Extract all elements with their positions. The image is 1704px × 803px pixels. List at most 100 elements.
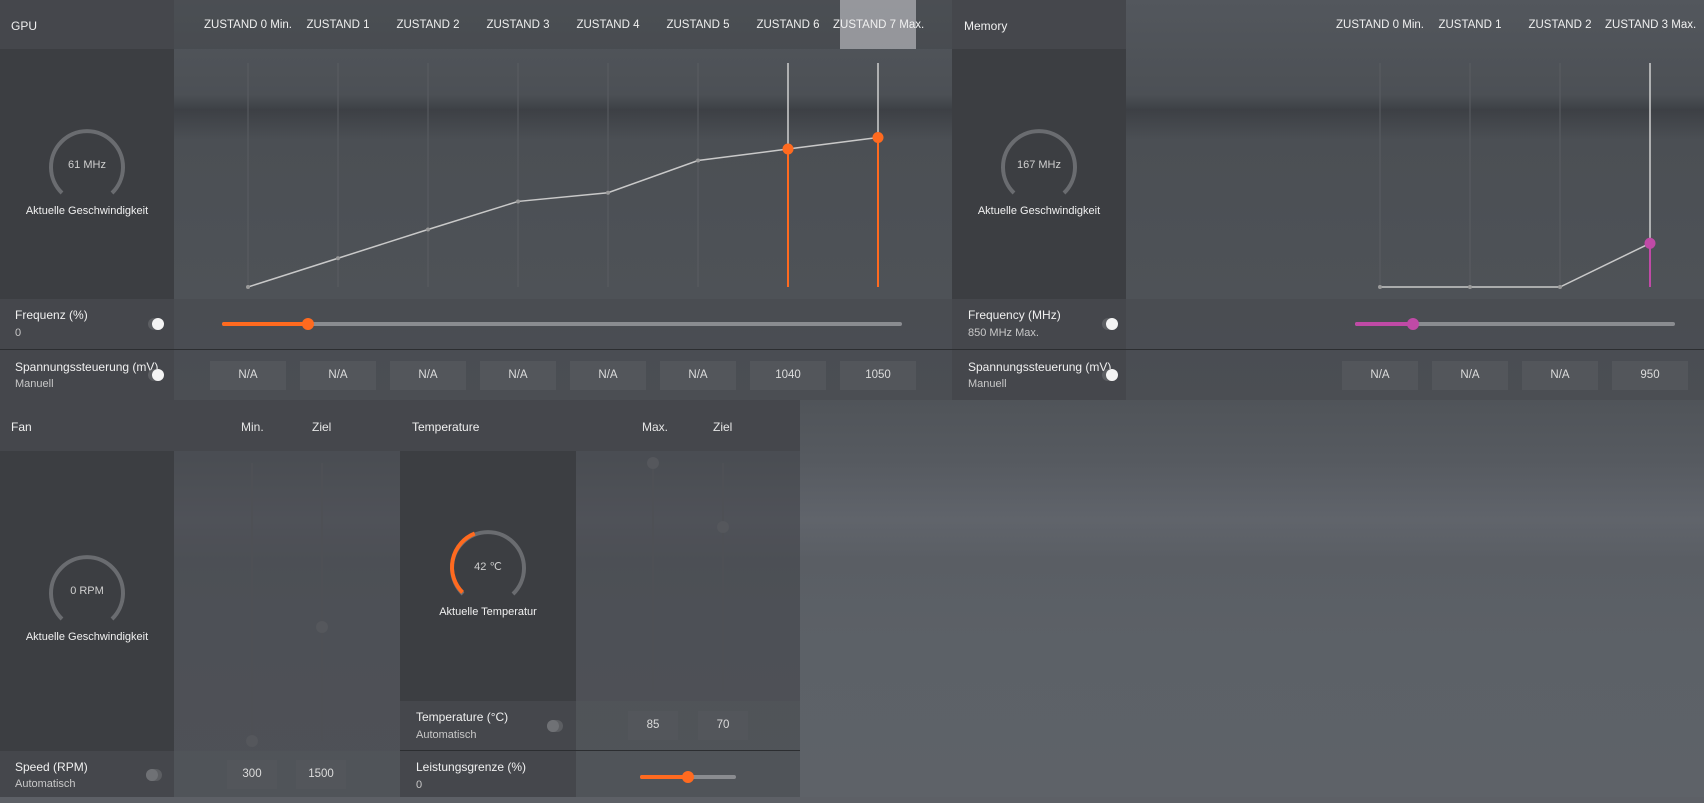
power-limit-slider-fill [640,775,688,779]
memory-curve-point-3[interactable] [1644,237,1656,249]
memory-curve-point-2[interactable] [1558,285,1562,289]
memory-state-label-0[interactable]: ZUSTAND 0 Min. [1335,19,1425,31]
memory-state-label-1[interactable]: ZUSTAND 1 [1425,19,1515,31]
fan-col-min: Min. [241,420,264,434]
gpu-gauge-caption: Aktuelle Geschwindigkeit [25,205,149,217]
gpu-voltage-value-0[interactable]: N/A [210,361,286,390]
gpu-curve-point-4[interactable] [606,190,610,195]
gpu-state-label-1[interactable]: ZUSTAND 1 [293,19,383,31]
temperature-max-slider-handle[interactable] [647,457,659,469]
gpu-state-label-6[interactable]: ZUSTAND 6 [743,19,833,31]
temperature-header: Temperature [400,400,576,451]
fan-columns-header: Min. Ziel [174,400,400,451]
fan-sliders-panel [174,451,400,751]
temperature-max-value[interactable]: 85 [628,711,678,740]
fan-min-value[interactable]: 300 [227,760,277,789]
temperature-col-max: Max. [642,420,669,434]
power-limit-slider-handle[interactable] [682,771,694,783]
toggle-knob [152,369,164,381]
toggle-knob [1106,318,1118,330]
gpu-voltage-mode: Manuell [15,378,54,390]
memory-voltage-label: Spannungssteuerung (mV) [968,360,1112,374]
gpu-curve-point-3[interactable] [516,199,520,204]
gpu-voltage-values-row [174,350,952,400]
gpu-state-label-7[interactable]: ZUSTAND 7 Max. [833,19,924,31]
gpu-frequency-row: Frequenz (%) 0 [0,299,174,349]
gpu-curve-point-6[interactable] [782,143,794,155]
gpu-curve-point-2[interactable] [426,227,430,232]
memory-voltage-row: Spannungssteuerung (mV) Manuell [952,350,1126,400]
gpu-gauge-value: 61 MHz [68,159,106,171]
memory-voltage-value-2[interactable]: N/A [1522,361,1598,390]
memory-frequency-curve-chart[interactable] [1126,49,1704,299]
gpu-state-label-4[interactable]: ZUSTAND 4 [563,19,653,31]
memory-state-label-2[interactable]: ZUSTAND 2 [1515,19,1605,31]
fan-speed-toggle[interactable] [146,769,162,781]
temperature-title: Temperature [412,420,480,434]
temperature-target-value[interactable]: 70 [698,711,748,740]
gpu-voltage-value-5[interactable]: N/A [660,361,736,390]
gpu-title: GPU [11,19,38,33]
memory-frequency-toggle[interactable] [1102,318,1118,330]
fan-target-slider-handle[interactable] [316,621,328,634]
memory-frequency-slider[interactable] [1355,318,1675,330]
memory-curve-line [1380,242,1651,288]
gpu-header-label-cell: GPU [0,0,174,49]
gpu-curve-point-1[interactable] [336,256,340,261]
fan-target-slider-track[interactable] [321,463,323,741]
fan-col-target: Ziel [312,420,332,434]
temperature-col-target: Ziel [713,420,733,434]
memory-state-label-3[interactable]: ZUSTAND 3 Max. [1605,19,1696,31]
temperature-target-slider-handle[interactable] [717,520,729,533]
memory-curve-point-0[interactable] [1378,285,1382,289]
gpu-curve-point-0[interactable] [246,285,250,289]
temperature-row: Temperature (°C) Automatisch [400,701,576,751]
gpu-voltage-value-4[interactable]: N/A [570,361,646,390]
fan-min-slider-handle[interactable] [246,735,258,747]
fan-speed-mode: Automatisch [15,778,76,790]
temperature-mode: Automatisch [416,729,477,741]
memory-header-label-cell: Memory [952,0,1126,49]
gpu-curve-point-5[interactable] [696,158,700,163]
memory-voltage-mode: Manuell [968,378,1007,390]
power-limit-slider[interactable] [640,771,736,783]
fan-min-slider-track[interactable] [251,463,253,741]
gpu-voltage-value-1[interactable]: N/A [300,361,376,390]
memory-voltage-toggle[interactable] [1102,369,1118,381]
gpu-gauge-panel: 61 MHz Aktuelle Geschwindigkeit [0,49,174,299]
memory-frequency-slider-handle[interactable] [1406,318,1419,330]
gpu-state-label-3[interactable]: ZUSTAND 3 [473,19,563,31]
gpu-curve-point-7[interactable] [872,132,884,143]
memory-voltage-value-1[interactable]: N/A [1432,361,1508,390]
memory-voltage-value-3[interactable]: 950 [1612,361,1688,390]
gpu-voltage-toggle[interactable] [148,369,164,381]
gpu-state-label-5[interactable]: ZUSTAND 5 [653,19,743,31]
memory-voltage-value-0[interactable]: N/A [1342,361,1418,390]
gpu-state-label-2[interactable]: ZUSTAND 2 [383,19,473,31]
memory-frequency-slider-fill [1355,322,1413,326]
temperature-gauge-value: 42 ℃ [474,561,502,573]
power-limit-row: Leistungsgrenze (%) 0 [400,751,576,797]
memory-frequency-value: 850 MHz Max. [968,327,1039,339]
gpu-voltage-value-2[interactable]: N/A [390,361,466,390]
gpu-frequency-curve-chart[interactable] [174,49,952,299]
temperature-target-slider-track[interactable] [722,463,724,691]
gpu-frequency-label: Frequenz (%) [15,308,88,322]
power-limit-value: 0 [416,779,423,791]
gpu-voltage-value-7[interactable]: 1050 [840,361,916,390]
gpu-frequency-toggle[interactable] [148,318,164,330]
gpu-frequency-slider[interactable] [222,318,902,330]
temperature-max-slider-track[interactable] [652,463,654,691]
gpu-voltage-row: Spannungssteuerung (mV) Manuell [0,350,174,400]
gpu-curve-line [247,136,879,288]
memory-curve-point-1[interactable] [1468,285,1472,289]
gpu-voltage-value-6[interactable]: 1040 [750,361,826,390]
temperature-toggle[interactable] [547,720,563,732]
gpu-voltage-value-3[interactable]: N/A [480,361,556,390]
fan-target-value[interactable]: 1500 [296,760,346,789]
fan-gauge-caption: Aktuelle Geschwindigkeit [25,631,149,643]
fan-gauge-value: 0 RPM [70,585,104,597]
gpu-state-label-0[interactable]: ZUSTAND 0 Min. [203,19,293,31]
temperature-values-row: 85 70 [576,701,800,751]
fan-title: Fan [11,420,32,434]
